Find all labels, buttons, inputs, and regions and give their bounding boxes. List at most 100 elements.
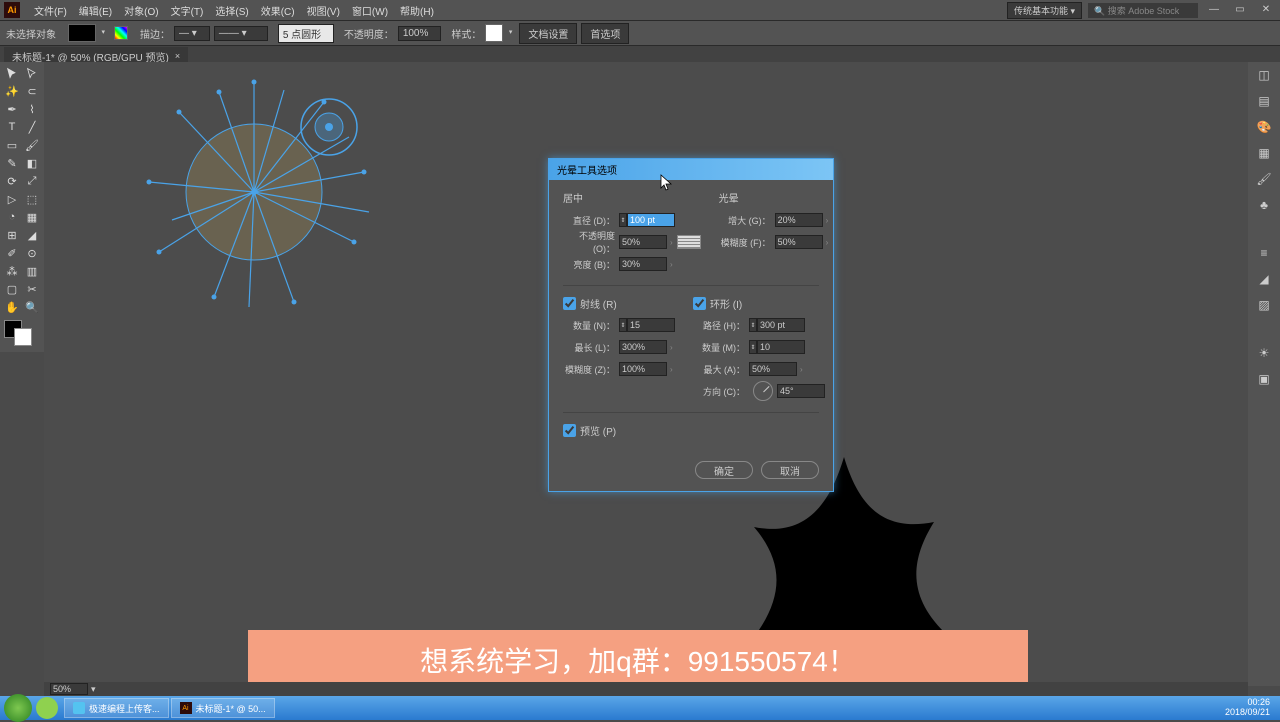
- color-swatches[interactable]: [2, 320, 42, 350]
- fill-swatch[interactable]: [68, 24, 96, 42]
- cancel-button[interactable]: 取消: [761, 461, 819, 479]
- path-input[interactable]: [757, 318, 805, 332]
- zoom-tool[interactable]: 🔍: [22, 298, 42, 316]
- menu-type[interactable]: 文字(T): [165, 3, 210, 18]
- diameter-input[interactable]: [627, 213, 675, 227]
- symbol-sprayer-tool[interactable]: ⁂: [2, 262, 22, 280]
- perspective-tool[interactable]: ▦: [22, 208, 42, 226]
- free-transform-tool[interactable]: ⬚: [22, 190, 42, 208]
- color-panel-icon[interactable]: 🎨: [1254, 120, 1274, 138]
- properties-icon[interactable]: ◫: [1254, 68, 1274, 86]
- width-tool[interactable]: ▷: [2, 190, 22, 208]
- slider-arrow-icon[interactable]: ›: [667, 343, 673, 352]
- menu-edit[interactable]: 编辑(E): [73, 3, 118, 18]
- brush-dd[interactable]: 5 点圆形: [278, 24, 334, 43]
- rays-fuzz-input[interactable]: [619, 362, 667, 376]
- rectangle-tool[interactable]: ▭: [2, 136, 22, 154]
- paintbrush-tool[interactable]: 🖌: [22, 136, 42, 154]
- gradient-panel-icon[interactable]: ◢: [1254, 272, 1274, 290]
- tab-close-icon[interactable]: ×: [175, 51, 180, 61]
- halo-fuzz-input[interactable]: [775, 235, 823, 249]
- menu-help[interactable]: 帮助(H): [394, 3, 440, 18]
- taskbar-app-icon[interactable]: [36, 697, 58, 719]
- slider-arrow-icon[interactable]: ›: [667, 365, 673, 374]
- column-graph-tool[interactable]: ▥: [22, 262, 42, 280]
- menu-object[interactable]: 对象(O): [118, 3, 164, 18]
- spinner-icon[interactable]: ⇕: [749, 318, 757, 332]
- symbols-panel-icon[interactable]: ♣: [1254, 198, 1274, 216]
- maximize-button[interactable]: ▭: [1230, 4, 1250, 16]
- ok-button[interactable]: 确定: [695, 461, 753, 479]
- dialog-titlebar[interactable]: 光晕工具选项: [549, 159, 833, 180]
- mesh-tool[interactable]: ⊞: [2, 226, 22, 244]
- doc-setup-button[interactable]: 文档设置: [519, 23, 577, 44]
- swatches-panel-icon[interactable]: ▦: [1254, 146, 1274, 164]
- taskbar-item-illustrator[interactable]: Ai未标题-1* @ 50...: [171, 698, 275, 718]
- menu-window[interactable]: 窗口(W): [346, 3, 394, 18]
- rays-number-input[interactable]: [627, 318, 675, 332]
- stock-search[interactable]: 🔍 搜索 Adobe Stock: [1088, 3, 1198, 18]
- workspace-switcher[interactable]: 传统基本功能 ▾: [1007, 2, 1082, 19]
- type-tool[interactable]: T: [2, 118, 22, 136]
- spinner-icon[interactable]: ⇕: [749, 340, 757, 354]
- blend-tool[interactable]: ⊙: [22, 244, 42, 262]
- shaper-tool[interactable]: ✎: [2, 154, 22, 172]
- transparency-panel-icon[interactable]: ▨: [1254, 298, 1274, 316]
- stroke-swatch[interactable]: [114, 26, 128, 40]
- direct-selection-tool[interactable]: [22, 64, 42, 82]
- rays-longest-input[interactable]: [619, 340, 667, 354]
- stroke-profile[interactable]: —— ▾: [214, 26, 268, 41]
- spinner-icon[interactable]: ⇕: [619, 318, 627, 332]
- taskbar-item-1[interactable]: 极速编程上传客...: [64, 698, 169, 718]
- artboard-tool[interactable]: ▢: [2, 280, 22, 298]
- line-tool[interactable]: ╱: [22, 118, 42, 136]
- shape-builder-tool[interactable]: ◔: [2, 208, 22, 226]
- largest-input[interactable]: [749, 362, 797, 376]
- hand-tool[interactable]: ✋: [2, 298, 22, 316]
- minimize-button[interactable]: —: [1204, 4, 1224, 16]
- menu-select[interactable]: 选择(S): [209, 3, 254, 18]
- selection-tool[interactable]: [2, 64, 22, 82]
- stroke-color[interactable]: [14, 328, 32, 346]
- direction-input[interactable]: [777, 384, 825, 398]
- zoom-dropdown-icon[interactable]: ▾: [91, 684, 96, 695]
- eraser-tool[interactable]: ◧: [22, 154, 42, 172]
- slider-arrow-icon[interactable]: ›: [823, 216, 829, 225]
- spinner-icon[interactable]: ⇕: [619, 213, 627, 227]
- lasso-tool[interactable]: ⊂: [22, 82, 42, 100]
- style-swatch[interactable]: [485, 24, 503, 42]
- eyedropper-tool[interactable]: ✐: [2, 244, 22, 262]
- preview-checkbox[interactable]: [563, 424, 576, 437]
- stroke-panel-icon[interactable]: ≡: [1254, 246, 1274, 264]
- taskbar-clock[interactable]: 00:26 2018/09/21: [1225, 698, 1276, 718]
- zoom-level-input[interactable]: [50, 683, 88, 695]
- brushes-panel-icon[interactable]: 🖌: [1254, 172, 1274, 190]
- rays-checkbox[interactable]: [563, 297, 576, 310]
- appearance-panel-icon[interactable]: ☀: [1254, 346, 1274, 364]
- libraries-icon[interactable]: ▤: [1254, 94, 1274, 112]
- magic-wand-tool[interactable]: ✨: [2, 82, 22, 100]
- pen-tool[interactable]: ✒: [2, 100, 22, 118]
- slider-arrow-icon[interactable]: ›: [823, 238, 829, 247]
- menu-file[interactable]: 文件(F): [28, 3, 73, 18]
- slider-arrow-icon[interactable]: ›: [667, 238, 673, 247]
- close-button[interactable]: ✕: [1256, 4, 1276, 16]
- opacity-value[interactable]: 100%: [398, 26, 442, 41]
- slider-arrow-icon[interactable]: ›: [667, 260, 673, 269]
- rings-number-input[interactable]: [757, 340, 805, 354]
- curvature-tool[interactable]: ⌇: [22, 100, 42, 118]
- brightness-input[interactable]: [619, 257, 667, 271]
- graphic-styles-panel-icon[interactable]: ▣: [1254, 372, 1274, 390]
- direction-dial[interactable]: [753, 381, 773, 401]
- start-button[interactable]: [4, 694, 32, 722]
- slice-tool[interactable]: ✂: [22, 280, 42, 298]
- center-opacity-input[interactable]: [619, 235, 667, 249]
- rings-checkbox[interactable]: [693, 297, 706, 310]
- rotate-tool[interactable]: ⟳: [2, 172, 22, 190]
- menu-effect[interactable]: 效果(C): [255, 3, 301, 18]
- slider-arrow-icon[interactable]: ›: [797, 365, 803, 374]
- scale-tool[interactable]: ⤢: [22, 172, 42, 190]
- menu-view[interactable]: 视图(V): [301, 3, 346, 18]
- stroke-weight[interactable]: — ▾: [174, 26, 210, 41]
- prefs-button[interactable]: 首选项: [581, 23, 629, 44]
